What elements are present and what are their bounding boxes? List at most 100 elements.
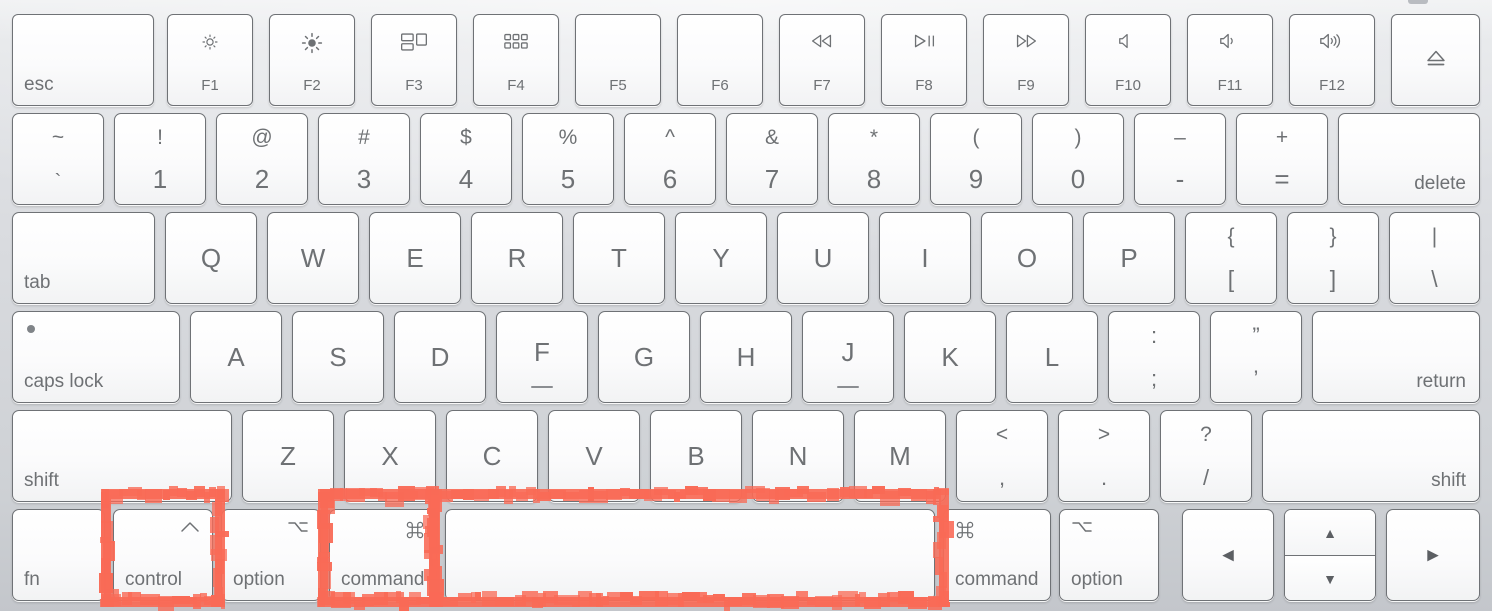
key-l[interactable]: L xyxy=(1006,311,1098,403)
key-a[interactable]: A xyxy=(190,311,282,403)
key-label-shifted: < xyxy=(995,423,1009,446)
key-label: O xyxy=(1016,243,1038,273)
key-w[interactable]: W xyxy=(267,212,359,304)
key-h[interactable]: H xyxy=(700,311,792,403)
key-space[interactable] xyxy=(445,509,935,601)
key-r[interactable]: R xyxy=(471,212,563,304)
key-label: return xyxy=(1416,371,1466,392)
key-1[interactable]: ! 1 xyxy=(114,113,206,205)
key-z[interactable]: Z xyxy=(242,410,334,502)
key-delete[interactable]: delete xyxy=(1338,113,1480,205)
key-2[interactable]: @ 2 xyxy=(216,113,308,205)
key-v[interactable]: V xyxy=(548,410,640,502)
key-4[interactable]: $ 4 xyxy=(420,113,512,205)
caps-lock-indicator-icon xyxy=(27,325,35,333)
key-esc[interactable]: esc xyxy=(12,14,154,106)
key-control-left[interactable]: control xyxy=(113,509,213,601)
rewind-icon xyxy=(780,31,864,57)
key-f2[interactable]: F2 xyxy=(269,14,355,106)
key-i[interactable]: I xyxy=(879,212,971,304)
key-f6[interactable]: F6 xyxy=(677,14,763,106)
key-o[interactable]: O xyxy=(981,212,1073,304)
key-eject[interactable] xyxy=(1391,14,1480,106)
key-quote[interactable]: ” ’ xyxy=(1210,311,1302,403)
key-e[interactable]: E xyxy=(369,212,461,304)
key-label-shifted: * xyxy=(869,126,879,149)
key-period[interactable]: > . xyxy=(1058,410,1150,502)
key-label: G xyxy=(633,342,655,372)
homing-bar-icon xyxy=(531,386,553,388)
key-arrow-up[interactable]: ▲ xyxy=(1285,510,1375,556)
key-backslash[interactable]: | \ xyxy=(1389,212,1480,304)
key-q[interactable]: Q xyxy=(165,212,257,304)
key-f3[interactable]: F3 xyxy=(371,14,457,106)
key-label: Q xyxy=(200,243,222,273)
key-f5[interactable]: F5 xyxy=(575,14,661,106)
key-j[interactable]: J xyxy=(802,311,894,403)
key-bracket-right[interactable]: } ] xyxy=(1287,212,1379,304)
key-fn[interactable]: fn xyxy=(12,509,105,601)
key-arrow-left[interactable]: ◀ xyxy=(1182,509,1274,601)
key-f10[interactable]: F10 xyxy=(1085,14,1171,106)
key-minus[interactable]: – - xyxy=(1134,113,1226,205)
key-bracket-left[interactable]: { [ xyxy=(1185,212,1277,304)
key-b[interactable]: B xyxy=(650,410,742,502)
key-f11[interactable]: F11 xyxy=(1187,14,1273,106)
key-arrow-down[interactable]: ▼ xyxy=(1285,556,1375,600)
key-c[interactable]: C xyxy=(446,410,538,502)
key-return[interactable]: return xyxy=(1312,311,1480,403)
key-7[interactable]: & 7 xyxy=(726,113,818,205)
key-label: F10 xyxy=(1115,77,1141,94)
option-icon xyxy=(287,520,309,534)
key-8[interactable]: * 8 xyxy=(828,113,920,205)
key-f1[interactable]: F1 xyxy=(167,14,253,106)
key-label: B xyxy=(687,441,705,471)
key-command-right[interactable]: command xyxy=(943,509,1051,601)
key-comma[interactable]: < , xyxy=(956,410,1048,502)
key-9[interactable]: ( 9 xyxy=(930,113,1022,205)
key-g[interactable]: G xyxy=(598,311,690,403)
key-label: A xyxy=(227,342,245,372)
key-label-shifted: { xyxy=(1227,225,1235,248)
key-slash[interactable]: ? / xyxy=(1160,410,1252,502)
key-label: 9 xyxy=(968,164,984,194)
key-f7[interactable]: F7 xyxy=(779,14,865,106)
key-equal[interactable]: + = xyxy=(1236,113,1328,205)
key-tab[interactable]: tab xyxy=(12,212,155,304)
key-u[interactable]: U xyxy=(777,212,869,304)
key-0[interactable]: ) 0 xyxy=(1032,113,1124,205)
magic-keyboard: esc F1 F2 F3 F4 F5 F6 F7 F8 F9 F10 F11 F… xyxy=(0,0,1492,611)
key-arrow-right[interactable]: ▶ xyxy=(1386,509,1480,601)
key-s[interactable]: S xyxy=(292,311,384,403)
key-3[interactable]: # 3 xyxy=(318,113,410,205)
key-label: F8 xyxy=(915,77,933,94)
key-f4[interactable]: F4 xyxy=(473,14,559,106)
key-x[interactable]: X xyxy=(344,410,436,502)
key-label-shifted: > xyxy=(1097,423,1111,446)
key-y[interactable]: Y xyxy=(675,212,767,304)
key-n[interactable]: N xyxy=(752,410,844,502)
key-label: ` xyxy=(54,171,62,193)
key-m[interactable]: M xyxy=(854,410,946,502)
key-f[interactable]: F xyxy=(496,311,588,403)
key-label: 3 xyxy=(356,164,372,194)
control-caret-icon xyxy=(179,520,201,534)
key-semicolon[interactable]: : ; xyxy=(1108,311,1200,403)
key-command-left[interactable]: command xyxy=(329,509,437,601)
key-f9[interactable]: F9 xyxy=(983,14,1069,106)
key-caps-lock[interactable]: caps lock xyxy=(12,311,180,403)
key-option-left[interactable]: option xyxy=(221,509,321,601)
key-d[interactable]: D xyxy=(394,311,486,403)
key-6[interactable]: ^ 6 xyxy=(624,113,716,205)
key-grave[interactable]: ~ ` xyxy=(12,113,104,205)
key-f8[interactable]: F8 xyxy=(881,14,967,106)
key-shift-right[interactable]: shift xyxy=(1262,410,1480,502)
key-shift-left[interactable]: shift xyxy=(12,410,232,502)
key-p[interactable]: P xyxy=(1083,212,1175,304)
key-5[interactable]: % 5 xyxy=(522,113,614,205)
key-option-right[interactable]: option xyxy=(1059,509,1159,601)
key-label: V xyxy=(585,441,603,471)
key-t[interactable]: T xyxy=(573,212,665,304)
key-k[interactable]: K xyxy=(904,311,996,403)
key-f12[interactable]: F12 xyxy=(1289,14,1375,106)
